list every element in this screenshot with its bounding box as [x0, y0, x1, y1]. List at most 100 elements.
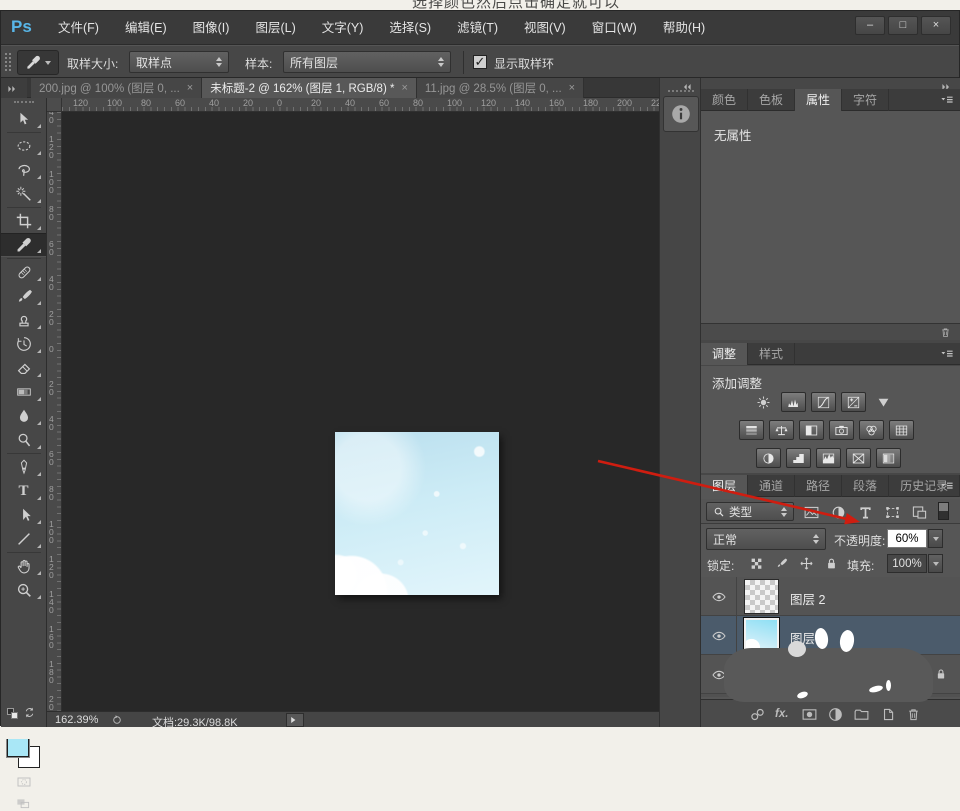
layer-style-icon[interactable]: fx.: [775, 708, 788, 720]
pen-tool[interactable]: [1, 455, 46, 479]
filter-pixel[interactable]: [803, 504, 820, 520]
panel-tab[interactable]: 字符: [842, 89, 889, 111]
blur-tool[interactable]: [1, 404, 46, 428]
adjustment-color-lookup[interactable]: [889, 420, 914, 440]
lock-position[interactable]: [799, 556, 814, 571]
document-tab[interactable]: 200.jpg @ 100% (图层 0, ...×: [31, 78, 202, 98]
blend-mode-dropdown[interactable]: 正常: [706, 528, 826, 550]
lasso-tool[interactable]: [1, 158, 46, 182]
gradient-tool[interactable]: [1, 380, 46, 404]
maximize-button[interactable]: □: [888, 16, 918, 35]
panel-tab[interactable]: 调整: [701, 343, 748, 365]
menu-item[interactable]: 选择(S): [376, 11, 444, 45]
crop-tool[interactable]: [1, 209, 46, 233]
move-tool[interactable]: [1, 107, 46, 131]
path-selection-tool[interactable]: [1, 503, 46, 527]
adjustment-levels[interactable]: [781, 392, 806, 412]
show-sampling-ring-checkbox[interactable]: ✓: [473, 55, 487, 69]
document-tab[interactable]: 11.jpg @ 28.5% (图层 0, ...×: [417, 78, 584, 98]
canvas-area[interactable]: [62, 112, 659, 711]
zoom-level-field[interactable]: 162.39%: [55, 714, 98, 726]
zoom-tool[interactable]: [1, 578, 46, 602]
status-options-button[interactable]: [286, 713, 304, 727]
panel-tab[interactable]: 样式: [748, 343, 795, 365]
menu-item[interactable]: 图层(L): [242, 11, 308, 45]
adjustment-channel-mixer[interactable]: [859, 420, 884, 440]
visibility-toggle[interactable]: [701, 616, 737, 655]
menu-item[interactable]: 视图(V): [511, 11, 579, 45]
fill-dropdown-button[interactable]: [928, 554, 943, 573]
panel-menu-icon[interactable]: [938, 346, 956, 362]
menu-item[interactable]: 窗口(W): [579, 11, 650, 45]
lock-paint[interactable]: [774, 556, 789, 571]
adjustment-exposure[interactable]: [841, 392, 866, 412]
panel-tab[interactable]: 段落: [842, 475, 889, 497]
menu-item[interactable]: 文字(Y): [309, 11, 377, 45]
sample-size-dropdown[interactable]: 取样点: [129, 51, 229, 73]
adjustment-photo-filter[interactable]: [829, 420, 854, 440]
panel-tab[interactable]: 路径: [795, 475, 842, 497]
line-tool[interactable]: [1, 527, 46, 551]
healing-brush-tool[interactable]: [1, 260, 46, 284]
opacity-field[interactable]: 60%: [887, 529, 927, 548]
elliptical-marquee-tool[interactable]: [1, 134, 46, 158]
adjustment-invert[interactable]: [756, 448, 781, 468]
panel-menu-icon[interactable]: [938, 478, 956, 494]
delete-layer-icon[interactable]: [905, 706, 922, 723]
eyedropper-tool-preset-button[interactable]: [17, 50, 59, 75]
toolbar-grip[interactable]: [14, 101, 34, 103]
document-image[interactable]: [335, 432, 499, 595]
lock-transparency[interactable]: [749, 556, 764, 571]
hand-tool[interactable]: [1, 554, 46, 578]
menu-item[interactable]: 编辑(E): [112, 11, 180, 45]
menu-item[interactable]: 滤镜(T): [444, 11, 511, 45]
clone-stamp-tool[interactable]: [1, 308, 46, 332]
sample-dropdown[interactable]: 所有图层: [283, 51, 451, 73]
panel-menu-icon[interactable]: [938, 92, 956, 108]
tab-close-icon[interactable]: ×: [569, 82, 575, 94]
screen-mode-icon[interactable]: [13, 796, 33, 811]
expand-toolbar-icon[interactable]: [5, 80, 23, 94]
trash-icon[interactable]: [939, 326, 952, 339]
layer-mask-icon[interactable]: [801, 706, 818, 723]
layer-thumbnail[interactable]: [744, 579, 779, 614]
document-tab[interactable]: 未标题-2 @ 162% (图层 1, RGB/8) *×: [202, 78, 417, 98]
adjustment-gradient-map[interactable]: [846, 448, 871, 468]
link-layers-icon[interactable]: [749, 706, 766, 723]
layer-row[interactable]: 图层 2: [701, 577, 960, 616]
filter-toggle[interactable]: [938, 502, 949, 520]
type-tool[interactable]: T: [1, 479, 46, 503]
filter-type-dropdown[interactable]: 类型: [706, 502, 794, 521]
panel-tab[interactable]: 颜色: [701, 89, 748, 111]
tab-close-icon[interactable]: ×: [187, 82, 193, 94]
panel-tab[interactable]: 属性: [795, 89, 842, 111]
magic-wand-tool[interactable]: [1, 182, 46, 206]
filter-shape[interactable]: [884, 504, 901, 520]
adjustment-brightness-contrast[interactable]: [751, 392, 776, 412]
dodge-tool[interactable]: [1, 428, 46, 452]
history-brush-tool[interactable]: [1, 332, 46, 356]
adjustment-vibrance[interactable]: [871, 392, 896, 412]
info-panel-button[interactable]: [663, 96, 699, 132]
adjustment-hue-saturation[interactable]: [739, 420, 764, 440]
menu-item[interactable]: 图像(I): [180, 11, 243, 45]
filter-adjustment[interactable]: [830, 504, 847, 520]
menu-item[interactable]: 帮助(H): [650, 11, 718, 45]
panel-tab[interactable]: 色板: [748, 89, 795, 111]
close-button[interactable]: ×: [921, 16, 951, 35]
swap-colors-icon[interactable]: [23, 706, 36, 719]
filter-type[interactable]: [857, 504, 874, 520]
vertical-ruler[interactable]: 1 4 01 2 01 0 08 06 04 02 002 04 06 08 0…: [47, 112, 62, 711]
adjustment-threshold[interactable]: [816, 448, 841, 468]
opacity-dropdown-button[interactable]: [928, 529, 943, 548]
new-adjustment-layer-icon[interactable]: [827, 706, 844, 723]
fill-field[interactable]: 100%: [887, 554, 927, 573]
lock-all[interactable]: [824, 556, 839, 571]
quick-mask-icon[interactable]: [13, 774, 35, 790]
menu-item[interactable]: 文件(F): [45, 11, 112, 45]
filter-smart[interactable]: [911, 504, 928, 520]
horizontal-ruler[interactable]: 1401201008060402002040608010012014016018…: [62, 98, 659, 112]
new-layer-icon[interactable]: [879, 706, 896, 723]
eraser-tool[interactable]: [1, 356, 46, 380]
panel-tab[interactable]: 图层: [701, 475, 748, 497]
